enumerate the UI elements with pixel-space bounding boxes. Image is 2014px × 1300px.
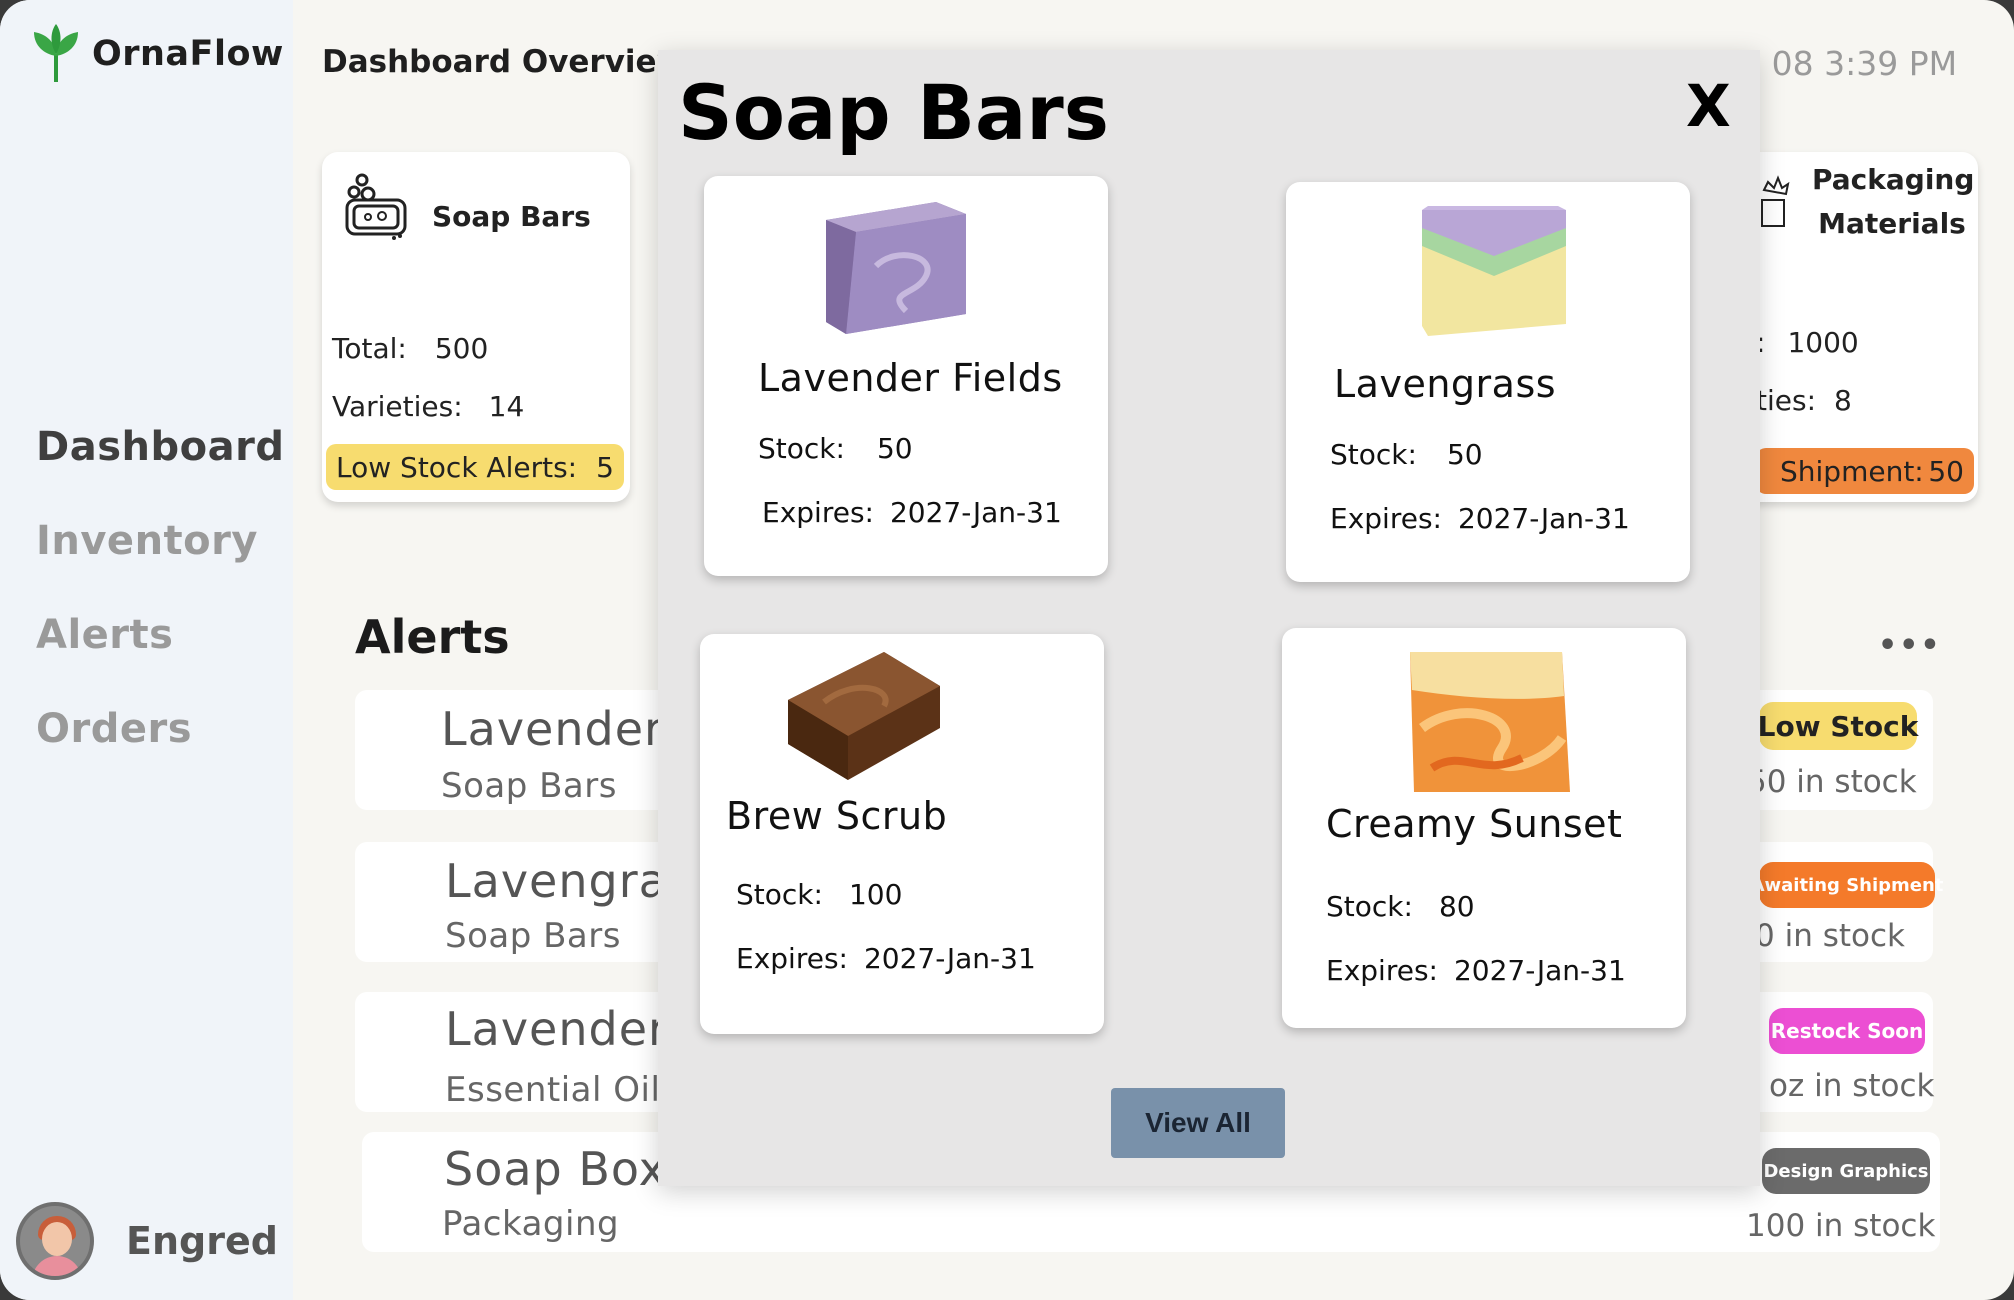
status-badge: Low Stock bbox=[1758, 702, 1918, 750]
sidebar-item-orders[interactable]: Orders bbox=[36, 706, 192, 752]
alert-stock: oz in stock bbox=[1769, 1068, 1935, 1104]
page-title: Dashboard Overview bbox=[322, 44, 686, 80]
product-card-creamy-sunset[interactable]: Creamy Sunset Stock: 80 Expires: 2027-Jan-… bbox=[1282, 628, 1686, 1028]
close-icon[interactable]: X bbox=[1686, 72, 1731, 140]
product-card-lavengrass[interactable]: Lavengrass Stock: 50 Expires: 2027-Jan-31 bbox=[1286, 182, 1690, 582]
sidebar: OrnaFlow Dashboard Inventory Alerts Orde… bbox=[0, 0, 293, 1300]
summary-card-soap-bars[interactable]: Soap Bars Total: 500 Varieties: 14 Low Sto… bbox=[322, 152, 630, 502]
product-expires: Expires: 2027-Jan-31 bbox=[736, 942, 1036, 975]
low-stock-alerts-badge[interactable]: Low Stock Alerts: 5 bbox=[326, 444, 624, 490]
product-card-lavender-fields[interactable]: Lavender Fields Stock: 50 Expires: 2027-Ja… bbox=[704, 176, 1108, 576]
alert-stock: 100 in stock bbox=[1746, 1208, 1936, 1244]
alert-stock: 50 in stock bbox=[1747, 764, 1917, 800]
status-badge: Awaiting Shipment bbox=[1751, 862, 1943, 908]
product-name: Lavengrass bbox=[1334, 362, 1557, 406]
product-stock: Stock: 50 bbox=[758, 432, 913, 465]
product-name: Brew Scrub bbox=[726, 794, 948, 838]
alert-item-category: Essential Oil bbox=[445, 1070, 661, 1110]
sidebar-item-alerts[interactable]: Alerts bbox=[36, 612, 173, 658]
datetime: l 08 3:39 PM bbox=[1752, 44, 1958, 83]
product-name: Lavender Fields bbox=[758, 356, 1063, 400]
alerts-heading: Alerts bbox=[355, 610, 510, 664]
modal-title: Soap Bars bbox=[678, 68, 1110, 157]
leaf-logo-icon bbox=[34, 24, 78, 82]
card-title: Soap Bars bbox=[432, 200, 591, 233]
product-expires: Expires: 2027-Jan-31 bbox=[762, 496, 1062, 529]
status-badge: Design Graphics bbox=[1762, 1148, 1930, 1194]
total-row: :1000 bbox=[1756, 326, 1859, 359]
shipment-badge[interactable]: Shipment: 50 bbox=[1756, 448, 1974, 494]
alert-item-category: Packaging bbox=[442, 1204, 620, 1244]
avatar[interactable] bbox=[16, 1202, 94, 1280]
sidebar-item-dashboard[interactable]: Dashboard bbox=[36, 424, 284, 470]
alert-item-name: Lavender I bbox=[441, 702, 695, 756]
product-expires: Expires: 2027-Jan-31 bbox=[1330, 502, 1630, 535]
alert-item-name: Lavengras bbox=[445, 854, 693, 908]
alert-item-category: Soap Bars bbox=[445, 916, 621, 956]
card-title: Packaging Materials bbox=[1812, 163, 1975, 240]
product-expires: Expires: 2027-Jan-31 bbox=[1326, 954, 1626, 987]
app-window: OrnaFlow Dashboard Inventory Alerts Orde… bbox=[0, 0, 2014, 1300]
alert-item-category: Soap Bars bbox=[441, 766, 617, 806]
user-profile[interactable]: Engred bbox=[16, 1202, 278, 1280]
alert-stock: 0 in stock bbox=[1755, 918, 1905, 954]
sidebar-item-inventory[interactable]: Inventory bbox=[36, 518, 258, 564]
status-badge: Restock Soon bbox=[1769, 1008, 1925, 1054]
soap-bars-modal: Soap Bars X Lavender Fields Stock: 50 Exp… bbox=[658, 50, 1760, 1186]
soap-icon bbox=[345, 173, 407, 240]
product-stock: Stock: 80 bbox=[1326, 890, 1475, 923]
logo[interactable]: OrnaFlow bbox=[30, 24, 284, 84]
alert-item-name: Lavender bbox=[445, 1002, 668, 1056]
varieties-row: Varieties: 14 bbox=[332, 390, 525, 423]
product-card-brew-scrub[interactable]: Brew Scrub Stock: 100 Expires: 2027-Jan-31 bbox=[700, 634, 1104, 1034]
user-name: Engred bbox=[126, 1219, 278, 1263]
app-name: OrnaFlow bbox=[92, 34, 284, 74]
product-name: Creamy Sunset bbox=[1326, 802, 1623, 846]
lavender-soap-image bbox=[826, 202, 966, 334]
product-stock: Stock: 50 bbox=[1330, 438, 1483, 471]
view-all-button[interactable]: View All bbox=[1111, 1088, 1285, 1158]
varieties-row: ties: 8 bbox=[1756, 384, 1852, 417]
product-stock: Stock: 100 bbox=[736, 878, 903, 911]
total-row: Total: 500 bbox=[332, 332, 489, 365]
more-options-icon[interactable]: ••• bbox=[1878, 628, 1942, 663]
package-icon bbox=[1761, 175, 1790, 227]
